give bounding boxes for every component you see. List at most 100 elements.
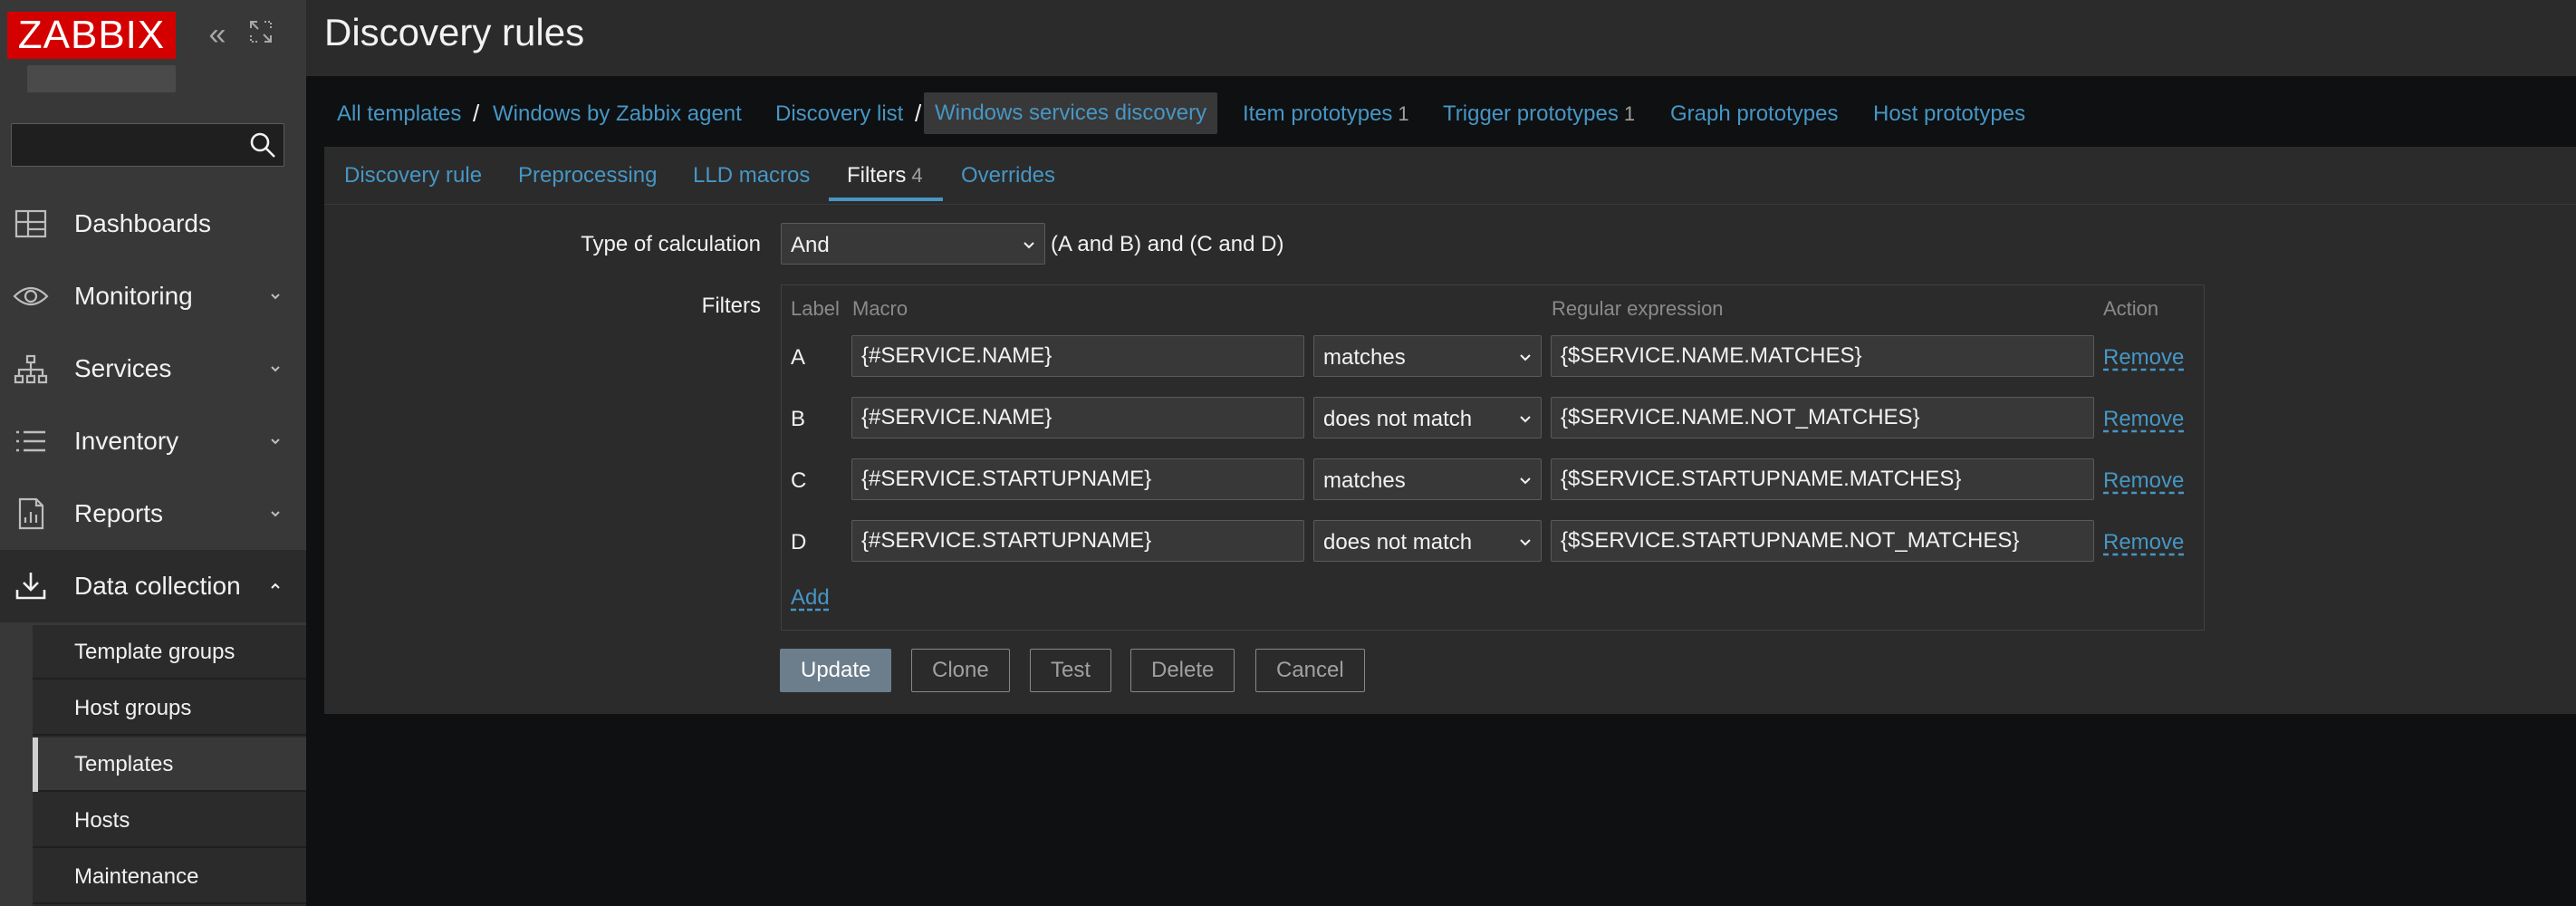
crumb-label: Trigger prototypes bbox=[1443, 101, 1619, 126]
nav-data-collection[interactable]: Data collection bbox=[0, 550, 306, 622]
nav-reports[interactable]: Reports bbox=[0, 477, 306, 550]
column-header-label: Label bbox=[791, 297, 840, 320]
nav-label: Monitoring bbox=[74, 282, 193, 310]
select-value: matches bbox=[1323, 345, 1406, 370]
tab-overrides[interactable]: Overrides bbox=[961, 163, 1055, 188]
breadcrumb-host-prototypes[interactable]: Host prototypes bbox=[1873, 101, 2025, 127]
regex-input[interactable] bbox=[1551, 335, 2094, 377]
count-badge: 1 bbox=[1398, 102, 1409, 125]
submenu-label: Templates bbox=[74, 752, 174, 776]
nav-monitoring[interactable]: Monitoring bbox=[0, 260, 306, 333]
chevron-up-icon bbox=[271, 583, 280, 589]
chevron-down-icon bbox=[271, 366, 280, 372]
tab-discovery-rule[interactable]: Discovery rule bbox=[344, 163, 482, 188]
server-name bbox=[27, 65, 176, 92]
tab-bar: Discovery rule Preprocessing LLD macros … bbox=[324, 147, 2576, 205]
submenu-label: Template groups bbox=[74, 640, 235, 664]
zabbix-logo[interactable]: ZABBIX bbox=[7, 12, 176, 59]
nav-inventory[interactable]: Inventory bbox=[0, 405, 306, 477]
macro-input[interactable] bbox=[851, 335, 1304, 377]
operator-select[interactable]: does not match bbox=[1313, 397, 1542, 439]
chevron-down-icon bbox=[1520, 539, 1531, 546]
submenu-template-groups[interactable]: Template groups bbox=[33, 625, 306, 680]
remove-link[interactable]: Remove bbox=[2103, 530, 2184, 555]
eye-icon bbox=[13, 286, 49, 306]
submenu-label: Host groups bbox=[74, 696, 192, 720]
regex-input[interactable] bbox=[1551, 397, 2094, 439]
clone-button[interactable]: Clone bbox=[911, 649, 1010, 692]
count-badge: 4 bbox=[911, 164, 923, 187]
page-title: Discovery rules bbox=[324, 11, 585, 53]
test-button[interactable]: Test bbox=[1030, 649, 1112, 692]
dashboards-icon bbox=[14, 209, 47, 238]
operator-select[interactable]: matches bbox=[1313, 335, 1542, 377]
submenu-label: Hosts bbox=[74, 808, 130, 833]
chevron-down-icon bbox=[271, 439, 280, 445]
regex-input[interactable] bbox=[1551, 520, 2094, 562]
filter-row-label: D bbox=[791, 530, 807, 554]
collapse-sidebar-icon[interactable]: « bbox=[203, 19, 232, 50]
update-button[interactable]: Update bbox=[780, 649, 892, 692]
logo-text: ZABBIX bbox=[17, 13, 166, 57]
cancel-button[interactable]: Cancel bbox=[1255, 649, 1365, 692]
type-of-calculation-select[interactable]: And bbox=[781, 223, 1045, 265]
column-header-macro: Macro bbox=[852, 297, 908, 320]
list-icon bbox=[16, 430, 45, 452]
nav-label: Data collection bbox=[74, 572, 241, 600]
download-icon bbox=[15, 573, 46, 600]
breadcrumb-graph-prototypes[interactable]: Graph prototypes bbox=[1670, 101, 1838, 127]
chevron-down-icon bbox=[1520, 477, 1531, 485]
header-bar bbox=[306, 0, 2576, 76]
filter-row-label: A bbox=[791, 345, 806, 370]
operator-select[interactable]: matches bbox=[1313, 458, 1542, 500]
macro-input[interactable] bbox=[851, 397, 1304, 439]
nav-services[interactable]: Services bbox=[0, 333, 306, 405]
operator-select[interactable]: does not match bbox=[1313, 520, 1542, 562]
search-icon[interactable] bbox=[249, 131, 276, 159]
remove-link[interactable]: Remove bbox=[2103, 345, 2184, 371]
breadcrumb-current[interactable]: Windows services discovery bbox=[924, 92, 1218, 134]
crumb-label: Item prototypes bbox=[1243, 101, 1393, 126]
remove-link[interactable]: Remove bbox=[2103, 468, 2184, 494]
chevron-down-icon bbox=[1520, 354, 1531, 361]
macro-input[interactable] bbox=[851, 458, 1304, 500]
submenu-hosts[interactable]: Hosts bbox=[33, 794, 306, 848]
remove-link[interactable]: Remove bbox=[2103, 407, 2184, 432]
nav-label: Dashboards bbox=[74, 209, 211, 237]
active-tab-indicator bbox=[829, 198, 943, 201]
column-header-action: Action bbox=[2103, 297, 2159, 320]
breadcrumb-trigger-prototypes[interactable]: Trigger prototypes 1 bbox=[1443, 101, 1635, 127]
calculation-expression: (A and B) and (C and D) bbox=[1051, 232, 1284, 256]
breadcrumb-all-templates[interactable]: All templates bbox=[337, 101, 461, 127]
tab-filters[interactable]: Filters 4 bbox=[847, 163, 923, 188]
delete-button[interactable]: Delete bbox=[1130, 649, 1235, 692]
column-header-regex: Regular expression bbox=[1552, 297, 1724, 320]
add-filter-link[interactable]: Add bbox=[791, 585, 830, 611]
breadcrumb-template[interactable]: Windows by Zabbix agent bbox=[493, 101, 742, 127]
tab-label: Filters bbox=[847, 163, 907, 188]
macro-input[interactable] bbox=[851, 520, 1304, 562]
nav-label: Inventory bbox=[74, 427, 179, 455]
submenu-host-groups[interactable]: Host groups bbox=[33, 681, 306, 736]
regex-input[interactable] bbox=[1551, 458, 2094, 500]
chevron-down-icon bbox=[271, 511, 280, 517]
nav-dashboards[interactable]: Dashboards bbox=[0, 188, 306, 260]
submenu-maintenance[interactable]: Maintenance bbox=[33, 850, 306, 904]
breadcrumb-discovery-list[interactable]: Discovery list bbox=[775, 101, 903, 127]
breadcrumb-separator: / bbox=[473, 100, 480, 127]
services-icon bbox=[14, 354, 48, 384]
search-input[interactable] bbox=[12, 124, 240, 166]
chevron-down-icon bbox=[1024, 242, 1034, 249]
tab-lld-macros[interactable]: LLD macros bbox=[693, 163, 810, 188]
select-value: does not match bbox=[1323, 530, 1473, 554]
filter-row-label: B bbox=[791, 407, 806, 431]
kiosk-mode-icon[interactable] bbox=[246, 20, 275, 49]
tab-preprocessing[interactable]: Preprocessing bbox=[518, 163, 657, 188]
breadcrumb-item-prototypes[interactable]: Item prototypes 1 bbox=[1243, 101, 1409, 127]
chevron-down-icon bbox=[271, 294, 280, 300]
count-badge: 1 bbox=[1623, 102, 1636, 125]
report-icon bbox=[18, 497, 44, 530]
submenu-templates[interactable]: Templates bbox=[33, 737, 306, 792]
filters-label: Filters bbox=[701, 294, 761, 318]
breadcrumb: All templates / Windows by Zabbix agent … bbox=[306, 76, 2576, 152]
